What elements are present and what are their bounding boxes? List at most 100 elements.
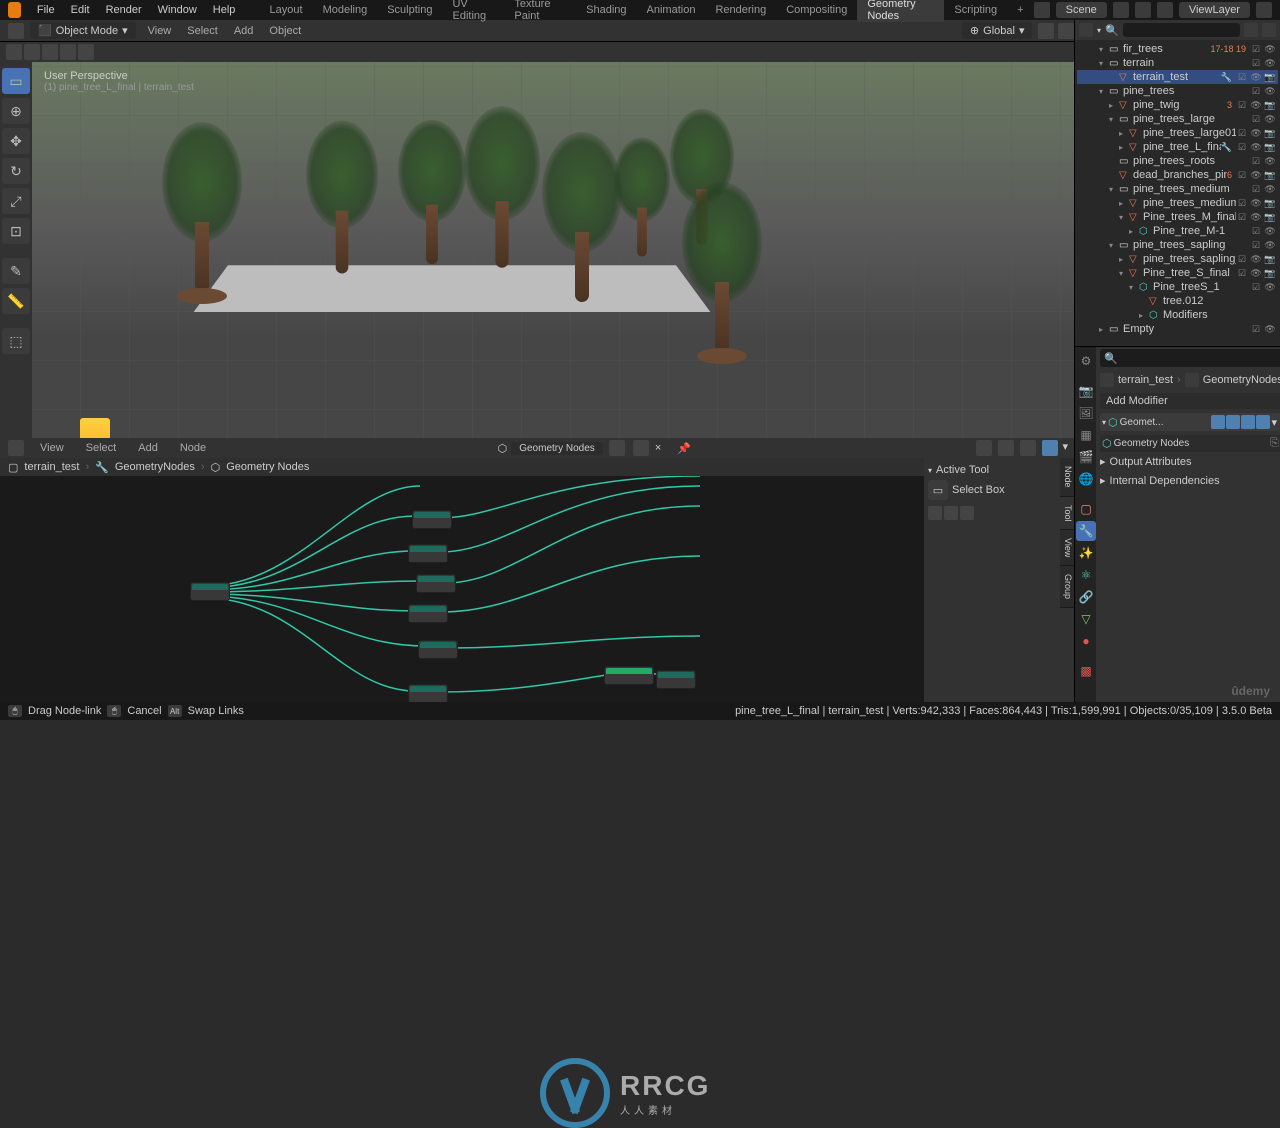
exclude-toggle-icon[interactable]: ☑ [1250,155,1262,167]
scene-pin-icon[interactable] [1135,2,1151,18]
workspace-add[interactable]: + [1007,4,1033,16]
outliner-item-name[interactable]: pine_twig [1133,99,1227,111]
select-mode-3-icon[interactable] [960,506,974,520]
outliner-row[interactable]: ▸▭Empty☑👁 [1077,322,1278,336]
workspace-shading[interactable]: Shading [576,4,636,16]
outliner-item-name[interactable]: pine_trees_medium_1 [1143,197,1236,209]
disclosure-triangle-icon[interactable]: ▸ [1119,129,1129,138]
visibility-toggle-icon[interactable]: 👁 [1250,197,1262,209]
visibility-toggle-icon[interactable]: 👁 [1264,225,1276,237]
breadcrumb-mod[interactable]: GeometryNodes [1203,374,1280,386]
outliner-item-name[interactable]: pine_trees_roots [1133,155,1250,167]
active-tool-header[interactable]: ▾Active Tool [928,462,1056,478]
outliner-row[interactable]: ▭pine_trees_roots☑👁 [1077,154,1278,168]
prop-tab-scene[interactable]: 🎬 [1076,447,1096,467]
prop-tab-render[interactable]: 📷 [1076,381,1096,401]
nodegroup-name[interactable]: Geometry Nodes [1114,438,1268,449]
render-toggle-icon[interactable]: 📷 [1264,253,1276,265]
duplicate-icon[interactable]: ⎘ [1270,437,1279,450]
editor-type-icon[interactable] [8,23,24,39]
disclosure-triangle-icon[interactable]: ▾ [1109,241,1119,250]
outliner-item-name[interactable]: terrain [1123,57,1250,69]
ne-overlay3-icon[interactable] [1020,440,1036,456]
outliner-item-name[interactable]: dead_branches_pine [1133,169,1227,181]
mod-edit-icon[interactable] [1211,415,1225,429]
transform-tool[interactable]: ⊡ [2,218,30,244]
prop-tab-viewlayer[interactable]: ▦ [1076,425,1096,445]
exclude-toggle-icon[interactable]: ☑ [1236,211,1248,223]
workspace-scripting[interactable]: Scripting [944,4,1007,16]
exclude-toggle-icon[interactable]: ☑ [1236,99,1248,111]
workspace-modeling[interactable]: Modeling [313,4,378,16]
chevron-down-icon[interactable]: ▾ [1272,416,1278,429]
exclude-toggle-icon[interactable]: ☑ [1236,169,1248,181]
visibility-toggle-icon[interactable]: 👁 [1250,169,1262,181]
add-modifier-dropdown[interactable]: Add Modifier▾ [1100,393,1280,409]
outliner-row[interactable]: ▸▽pine_tree_L_final🔧☑👁📷 [1077,140,1278,154]
filter-icon[interactable] [1244,23,1258,37]
node[interactable] [656,670,696,689]
ne-overlay2-icon[interactable] [998,440,1014,456]
node[interactable] [604,666,654,685]
ne-menu-add[interactable]: Add [130,442,166,454]
exclude-toggle-icon[interactable]: ☑ [1236,127,1248,139]
outliner-row[interactable]: ▸▽pine_trees_large01☑👁📷 [1077,126,1278,140]
prop-tab-tool[interactable]: ⚙ [1076,351,1096,371]
prop-tab-output[interactable]: 🖼 [1076,403,1096,423]
ne-menu-view[interactable]: View [32,442,72,454]
mod-render-icon[interactable] [1241,415,1255,429]
viewport-menu-select[interactable]: Select [179,25,226,37]
outliner-item-name[interactable]: Pine_treeS_1 [1153,281,1250,293]
mod-realtime-icon[interactable] [1226,415,1240,429]
workspace-sculpting[interactable]: Sculpting [377,4,442,16]
select-all-icon[interactable] [6,44,22,60]
disclosure-triangle-icon[interactable]: ▸ [1129,227,1139,236]
exclude-toggle-icon[interactable]: ☑ [1236,71,1248,83]
scale-tool[interactable]: ⤢ [2,188,30,214]
outliner-row[interactable]: ▽tree.012 [1077,294,1278,308]
outliner-item-name[interactable]: pine_trees_sapling_1 [1143,253,1236,265]
nodegroup-datablock[interactable]: Geometry Nodes [511,442,603,455]
prop-tab-texture[interactable]: ▩ [1076,661,1096,681]
display-mode-icon[interactable] [1079,23,1093,37]
render-toggle-icon[interactable]: 📷 [1264,141,1276,153]
exclude-toggle-icon[interactable]: ☑ [1236,141,1248,153]
viewlayer-name-field[interactable]: ViewLayer [1179,2,1250,18]
ne-overlay4-icon[interactable] [1042,440,1058,456]
visibility-toggle-icon[interactable]: 👁 [1264,183,1276,195]
outliner-row[interactable]: ▾▽Pine_trees_M_final☑👁📷 [1077,210,1278,224]
outliner-item-name[interactable]: pine_tree_L_final [1143,141,1221,153]
render-toggle-icon[interactable]: 📷 [1264,211,1276,223]
disclosure-triangle-icon[interactable]: ▸ [1139,311,1149,320]
exclude-toggle-icon[interactable]: ☑ [1236,253,1248,265]
outliner-row[interactable]: ▾▽Pine_tree_S_final☑👁📷 [1077,266,1278,280]
visibility-toggle-icon[interactable]: 👁 [1250,267,1262,279]
ne-menu-node[interactable]: Node [172,442,214,454]
outliner-row[interactable]: ▾▭terrain☑👁 [1077,56,1278,70]
chevron-down-icon[interactable]: ▾ [1097,26,1101,35]
exclude-toggle-icon[interactable]: ☑ [1250,225,1262,237]
exclude-toggle-icon[interactable]: ☑ [1236,197,1248,209]
outliner-item-name[interactable]: Modifiers [1163,309,1276,321]
scene-name-field[interactable]: Scene [1056,2,1107,18]
outliner-item-name[interactable]: pine_trees_medium [1133,183,1250,195]
node[interactable] [412,510,452,529]
select-mode2-icon[interactable] [78,44,94,60]
render-toggle-icon[interactable]: 📷 [1264,99,1276,111]
breadcrumb-obj[interactable]: terrain_test [1118,374,1173,386]
outliner-row[interactable]: ▸▽pine_twig3☑👁📷 [1077,98,1278,112]
viewport-menu-view[interactable]: View [140,25,180,37]
outliner-item-name[interactable]: Pine_trees_M_final [1143,211,1236,223]
outliner-row[interactable]: ▽dead_branches_pine6☑👁📷 [1077,168,1278,182]
annotate-tool[interactable]: ✎ [2,258,30,284]
disclosure-triangle-icon[interactable]: ▸ [1119,143,1129,152]
disclosure-triangle-icon[interactable]: ▾ [1109,185,1119,194]
scene-back-icon[interactable] [1034,2,1050,18]
prop-tab-data[interactable]: ▽ [1076,609,1096,629]
outliner-item-name[interactable]: pine_trees_sapling [1133,239,1250,251]
prop-tab-world[interactable]: 🌐 [1076,469,1096,489]
render-toggle-icon[interactable]: 📷 [1264,169,1276,181]
ne-tab-group[interactable]: Group [1060,566,1074,608]
select-invert-icon[interactable] [24,44,40,60]
node[interactable] [408,544,448,563]
